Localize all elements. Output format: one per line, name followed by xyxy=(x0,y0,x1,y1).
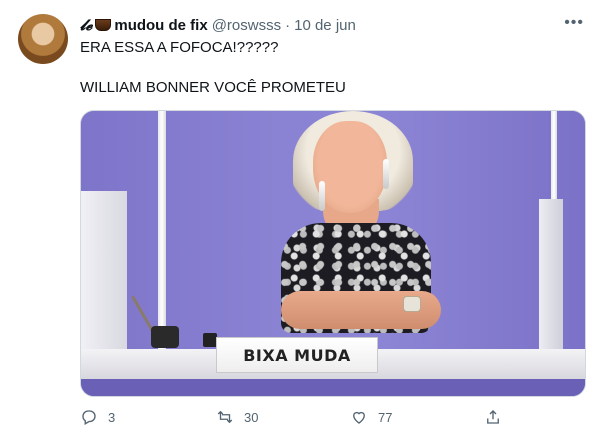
retweet-icon xyxy=(217,410,233,424)
more-horizontal-icon[interactable]: ••• xyxy=(564,14,584,32)
coffee-emoji-icon xyxy=(95,19,112,31)
nameplate-text: BIXA MUDA xyxy=(243,345,351,365)
reply-count: 3 xyxy=(108,409,116,425)
tweet-media-image[interactable]: BIXA MUDA xyxy=(80,110,586,397)
separator-dot: · xyxy=(285,16,291,34)
share-icon xyxy=(487,410,499,424)
microphone xyxy=(151,326,179,348)
share-button[interactable] xyxy=(484,408,502,426)
like-count: 77 xyxy=(378,409,393,425)
author-handle[interactable]: @roswsss xyxy=(212,17,281,34)
tweet[interactable]: 𝓵𝓮 mudou de fix @roswsss · 10 de jun ••• … xyxy=(0,0,600,439)
retweet-button[interactable]: 30 xyxy=(216,408,258,426)
tweet-date[interactable]: 10 de jun xyxy=(294,17,356,34)
avatar[interactable] xyxy=(18,14,68,64)
tweet-text-line-2: WILLIAM BONNER VOCÊ PROMETEU xyxy=(80,79,346,96)
author-name[interactable]: 𝓵𝓮 mudou de fix xyxy=(80,16,208,34)
reply-icon xyxy=(82,410,96,425)
retweet-count: 30 xyxy=(244,409,259,425)
nameplate: BIXA MUDA xyxy=(216,337,378,373)
author-display-name: mudou de fix xyxy=(114,17,208,34)
tweet-text: ERA ESSA A FOFOCA!????? WILLIAM BONNER V… xyxy=(80,38,346,98)
tweet-text-line-1: ERA ESSA A FOFOCA!????? xyxy=(80,39,279,56)
like-button[interactable]: 77 xyxy=(350,408,392,426)
reply-button[interactable]: 3 xyxy=(80,408,115,426)
tweet-actions: 3 30 77 xyxy=(80,408,590,430)
tweet-header: 𝓵𝓮 mudou de fix @roswsss · 10 de jun xyxy=(80,14,356,36)
person-figure xyxy=(211,111,471,351)
heart-icon xyxy=(353,411,365,424)
author-name-prefix: 𝓵𝓮 xyxy=(80,16,93,34)
